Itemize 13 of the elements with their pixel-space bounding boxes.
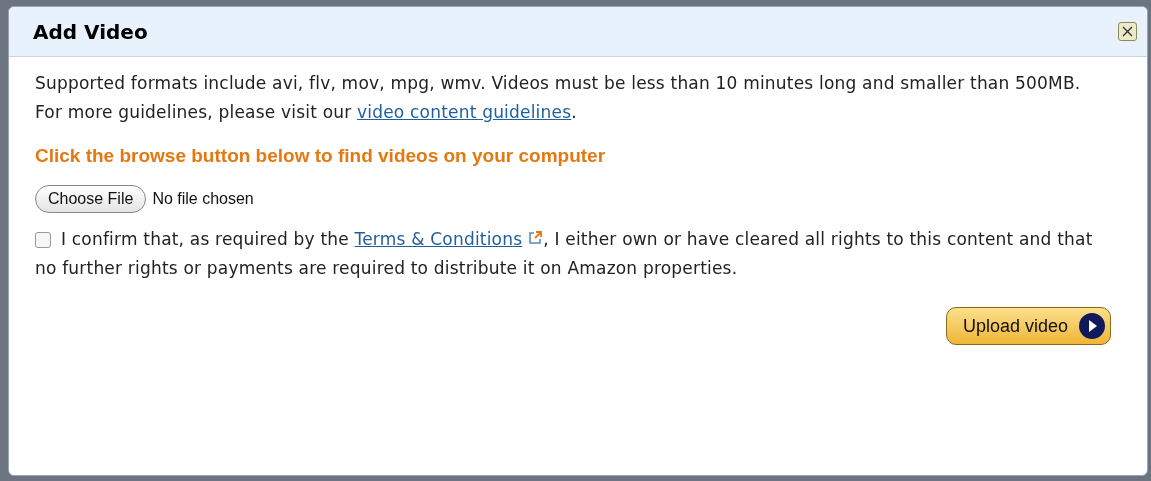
instruction-text: Click the browse button below to find videos on your computer (35, 144, 607, 168)
file-status: No file chosen (152, 189, 254, 209)
close-button[interactable] (1118, 22, 1137, 41)
confirm-checkbox[interactable] (35, 232, 51, 248)
dialog-title: Add Video (33, 18, 148, 46)
terms-link[interactable]: Terms & Conditions (354, 229, 523, 249)
choose-file-button[interactable]: Choose File (35, 184, 147, 213)
guidelines-link[interactable]: video content guidelines (357, 102, 572, 122)
upload-video-button[interactable]: Upload video (945, 307, 1111, 345)
external-link-icon (528, 230, 544, 245)
intro-text: Supported formats include avi, flv, mov, mpg, wmv. Videos must be less than 10 minutes long and smaller than 500MB. For more guidelines, please visit our video content guidelines. (35, 72, 1082, 124)
close-icon (1122, 26, 1133, 37)
confirm-text: I confirm that, as required by the Terms & Conditions , I either own or have cleared all rights to this content and that no further rights or payments are required to distribute it on Amazon properties. (35, 228, 1094, 280)
